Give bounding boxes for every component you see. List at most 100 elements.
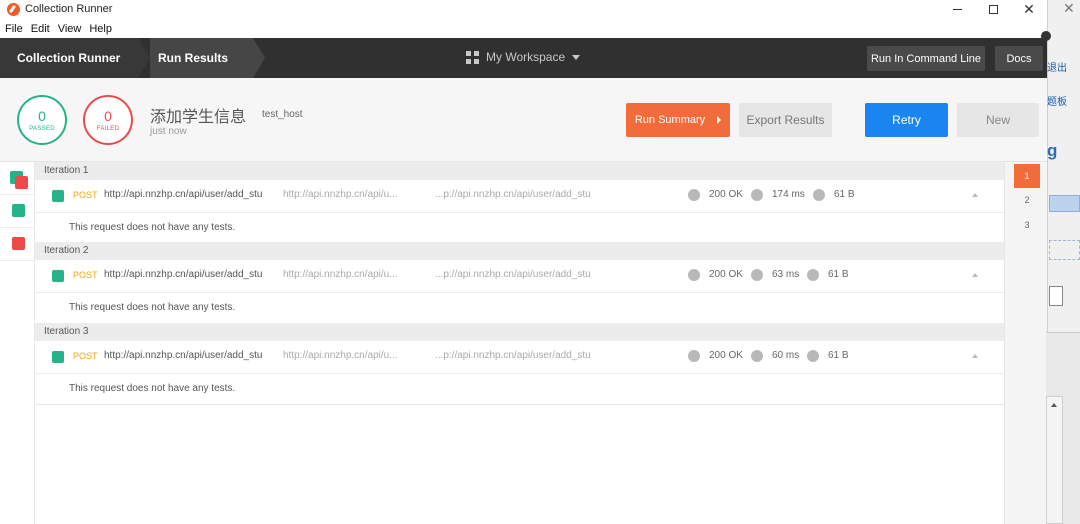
background-text: 题板 xyxy=(1047,97,1067,108)
run-summary-button[interactable]: Run Summary xyxy=(626,103,730,137)
test-note-row: This request does not have any tests. xyxy=(35,213,1004,244)
request-method: POST xyxy=(73,270,98,280)
background-text: 退出 xyxy=(1047,63,1067,74)
background-dashed-box xyxy=(1049,240,1080,260)
maximize-icon xyxy=(988,4,998,14)
filter-passed[interactable] xyxy=(0,195,34,228)
response-status: 200 OK xyxy=(709,350,743,361)
breadcrumb-separator xyxy=(138,38,150,78)
new-button[interactable]: New xyxy=(957,103,1039,137)
run-environment: test_host xyxy=(262,109,303,120)
iteration-index: 1 2 3 xyxy=(1004,162,1047,524)
request-url-tail: ...p://api.nnzhp.cn/api/user/add_stu xyxy=(435,350,591,361)
menu-bar: File Edit View Help xyxy=(0,20,1047,37)
workspace-selector[interactable]: My Workspace xyxy=(466,50,581,64)
chevron-down-icon xyxy=(572,54,581,60)
passed-counter: 0 PASSED xyxy=(17,95,67,145)
request-url-faded: http://api.nnzhp.cn/api/u... xyxy=(283,269,398,280)
iteration-index-2[interactable]: 2 xyxy=(1014,188,1040,212)
iteration-header: Iteration 3 xyxy=(35,323,1004,341)
passed-label: PASSED xyxy=(29,126,55,132)
request-url: http://api.nnzhp.cn/api/user/add_stu xyxy=(104,269,263,280)
background-close-icon: ✕ xyxy=(1063,0,1075,16)
size-dot-icon xyxy=(807,269,819,281)
response-size: 61 B xyxy=(828,269,849,280)
status-filter-column xyxy=(0,162,35,524)
failed-count: 0 xyxy=(104,108,112,124)
time-dot-icon xyxy=(751,350,763,362)
status-dot-icon xyxy=(688,189,700,201)
request-url-tail: ...p://api.nnzhp.cn/api/user/add_stu xyxy=(435,189,591,200)
iterations-list: Iteration 1 POST http://api.nnzhp.cn/api… xyxy=(35,162,1004,524)
fail-square-icon xyxy=(15,176,28,189)
breadcrumb-separator xyxy=(253,38,265,78)
collapse-icon[interactable] xyxy=(972,354,978,358)
request-method: POST xyxy=(73,351,98,361)
response-size: 61 B xyxy=(828,350,849,361)
breadcrumb-run-results[interactable]: Run Results xyxy=(150,38,253,78)
run-in-command-line-button[interactable]: Run In Command Line xyxy=(867,46,985,71)
status-dot-icon xyxy=(688,350,700,362)
docs-button[interactable]: Docs xyxy=(995,46,1043,71)
background-input-box xyxy=(1049,286,1063,306)
failed-counter: 0 FAILED xyxy=(83,95,133,145)
request-url: http://api.nnzhp.cn/api/user/add_stu xyxy=(104,189,263,200)
iteration-index-3[interactable]: 3 xyxy=(1014,213,1040,237)
no-tests-note: This request does not have any tests. xyxy=(69,302,236,313)
test-note-row: This request does not have any tests. xyxy=(35,374,1004,405)
test-note-row: This request does not have any tests. xyxy=(35,293,1004,324)
request-row[interactable]: POST http://api.nnzhp.cn/api/user/add_st… xyxy=(35,341,1004,374)
pass-square-icon xyxy=(52,351,64,363)
background-text: g xyxy=(1047,141,1058,160)
response-time: 60 ms xyxy=(772,350,800,361)
menu-file[interactable]: File xyxy=(5,23,23,35)
run-summary-label: Run Summary xyxy=(634,114,706,126)
time-dot-icon xyxy=(751,189,763,201)
menu-edit[interactable]: Edit xyxy=(31,23,50,35)
pass-square-icon xyxy=(52,190,64,202)
pass-square-icon xyxy=(12,204,25,217)
request-row[interactable]: POST http://api.nnzhp.cn/api/user/add_st… xyxy=(35,260,1004,293)
size-dot-icon xyxy=(813,189,825,201)
retry-button[interactable]: Retry xyxy=(865,103,948,137)
filter-all[interactable] xyxy=(0,162,34,195)
fail-square-icon xyxy=(12,237,25,250)
collapse-icon[interactable] xyxy=(972,273,978,277)
run-timestamp: just now xyxy=(150,126,187,137)
collapse-icon[interactable] xyxy=(972,193,978,197)
background-dot-icon xyxy=(1041,31,1051,41)
window-title: Collection Runner xyxy=(25,3,113,15)
no-tests-note: This request does not have any tests. xyxy=(69,222,236,233)
filter-failed[interactable] xyxy=(0,228,34,261)
caret-right-icon xyxy=(717,116,722,124)
response-status: 200 OK xyxy=(709,269,743,280)
pass-square-icon xyxy=(52,270,64,282)
menu-help[interactable]: Help xyxy=(89,23,112,35)
workspace-label: My Workspace xyxy=(486,50,566,64)
close-icon: ✕ xyxy=(1023,1,1035,17)
iteration-header: Iteration 2 xyxy=(35,242,1004,260)
run-summary-panel: 0 PASSED 0 FAILED 添加学生信息 test_host just … xyxy=(0,78,1047,162)
failed-label: FAILED xyxy=(96,126,120,132)
close-window-button[interactable]: ✕ xyxy=(1011,0,1047,18)
no-tests-note: This request does not have any tests. xyxy=(69,383,236,394)
scroll-up-icon xyxy=(1051,403,1057,407)
menu-view[interactable]: View xyxy=(58,23,82,35)
minimize-button[interactable] xyxy=(939,0,975,18)
request-url: http://api.nnzhp.cn/api/user/add_stu xyxy=(104,350,263,361)
postman-logo-icon xyxy=(7,2,20,16)
response-status: 200 OK xyxy=(709,189,743,200)
run-collection-name: 添加学生信息 xyxy=(150,107,247,126)
breadcrumb-collection-runner[interactable]: Collection Runner xyxy=(0,38,138,78)
title-bar: Collection Runner ✕ xyxy=(0,0,1047,18)
grid-icon xyxy=(466,50,479,64)
minimize-icon xyxy=(952,8,962,10)
request-url-faded: http://api.nnzhp.cn/api/u... xyxy=(283,350,398,361)
passed-count: 0 xyxy=(38,108,46,124)
request-row[interactable]: POST http://api.nnzhp.cn/api/user/add_st… xyxy=(35,180,1004,213)
status-dot-icon xyxy=(688,269,700,281)
export-results-button[interactable]: Export Results xyxy=(739,103,832,137)
iteration-index-1[interactable]: 1 xyxy=(1014,164,1040,188)
response-time: 63 ms xyxy=(772,269,800,280)
maximize-button[interactable] xyxy=(975,0,1011,18)
